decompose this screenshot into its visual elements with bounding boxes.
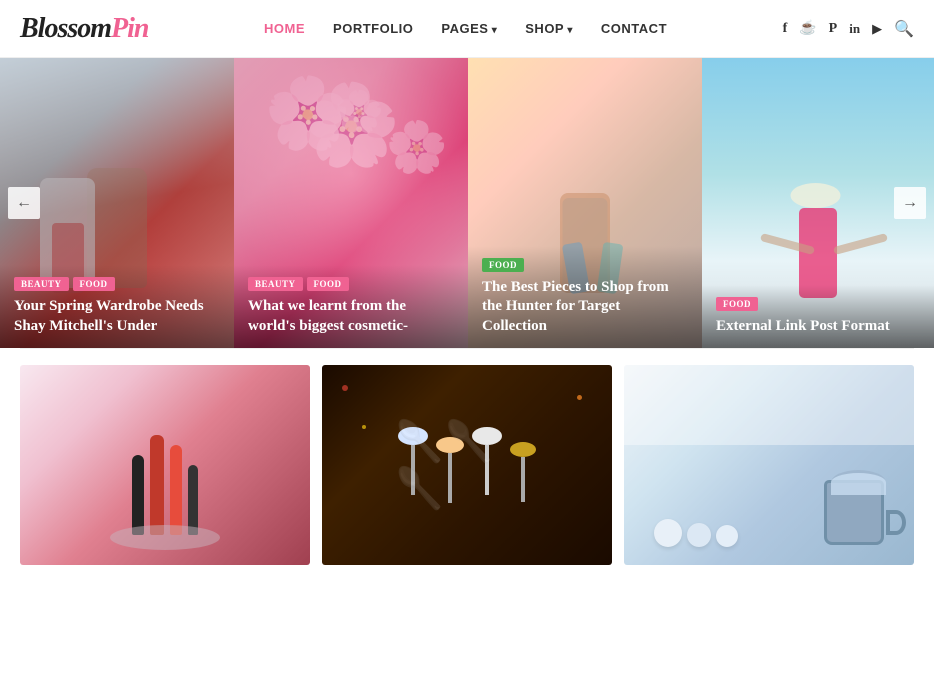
grid-item-2-bg — [322, 365, 612, 565]
slide-2-overlay: BEAUTY FOOD What we learnt from the worl… — [234, 265, 468, 348]
slide-2: 🌸 🌸 🌸 BEAUTY FOOD What we learnt from th… — [234, 58, 468, 348]
social-icons: f ☕ P in ▶ 🔍 — [783, 19, 914, 39]
slide-3-tag-food[interactable]: FOOD — [482, 258, 524, 272]
grid-item-2[interactable] — [322, 365, 612, 565]
main-nav: HOME PORTFOLIO PAGES SHOP CONTACT — [264, 21, 667, 36]
grid-item-1-bg — [20, 365, 310, 565]
instagram-icon[interactable]: ☕ — [799, 20, 816, 37]
nav-home[interactable]: HOME — [264, 21, 305, 36]
slide-2-tags: BEAUTY FOOD — [248, 277, 454, 291]
facebook-icon[interactable]: f — [783, 21, 788, 37]
slide-4-title: External Link Post Format — [716, 317, 920, 337]
slide-2-tag-food[interactable]: FOOD — [307, 277, 349, 291]
slide-1-tags: BEAUTY FOOD — [14, 277, 220, 291]
slide-1-tag-beauty[interactable]: BEAUTY — [14, 277, 69, 291]
slide-2-title: What we learnt from the world's biggest … — [248, 297, 454, 336]
nav-pages[interactable]: PAGES — [441, 21, 497, 36]
nav-shop[interactable]: SHOP — [525, 21, 573, 36]
slide-1-overlay: BEAUTY FOOD Your Spring Wardrobe Needs S… — [0, 265, 234, 348]
slide-2-tag-beauty[interactable]: BEAUTY — [248, 277, 303, 291]
slide-4-tags: FOOD — [716, 297, 920, 311]
youtube-icon[interactable]: ▶ — [872, 21, 882, 37]
slide-3: FOOD The Best Pieces to Shop from the Hu… — [468, 58, 702, 348]
slide-3-overlay: FOOD The Best Pieces to Shop from the Hu… — [468, 246, 702, 349]
slider-prev-button[interactable]: ← — [8, 187, 40, 219]
nav-contact[interactable]: CONTACT — [601, 21, 667, 36]
hero-slider: ← BEAUTY FOOD Your Spring Wardrobe Needs… — [0, 58, 934, 348]
grid-item-3-bg — [624, 365, 914, 565]
logo-pin-text: Pin — [111, 13, 148, 44]
slide-3-title: The Best Pieces to Shop from the Hunter … — [482, 278, 688, 337]
pinterest-icon[interactable]: P — [829, 21, 838, 37]
slide-4-tag-food[interactable]: FOOD — [716, 297, 758, 311]
slide-4-overlay: FOOD External Link Post Format — [702, 285, 934, 349]
slider-next-button[interactable]: → — [894, 187, 926, 219]
slide-1-tag-food[interactable]: FOOD — [73, 277, 115, 291]
grid-item-1[interactable] — [20, 365, 310, 565]
site-header: BlossomPin HOME PORTFOLIO PAGES SHOP CON… — [0, 0, 934, 58]
logo-blossom-text: Blossom — [20, 13, 111, 44]
search-icon[interactable]: 🔍 — [894, 19, 914, 39]
site-logo[interactable]: BlossomPin — [20, 13, 149, 45]
content-grid — [0, 349, 934, 581]
slide-1-title: Your Spring Wardrobe Needs Shay Mitchell… — [14, 297, 220, 336]
slide-3-tags: FOOD — [482, 258, 688, 272]
nav-portfolio[interactable]: PORTFOLIO — [333, 21, 413, 36]
linkedin-icon[interactable]: in — [849, 21, 860, 37]
grid-item-3[interactable] — [624, 365, 914, 565]
